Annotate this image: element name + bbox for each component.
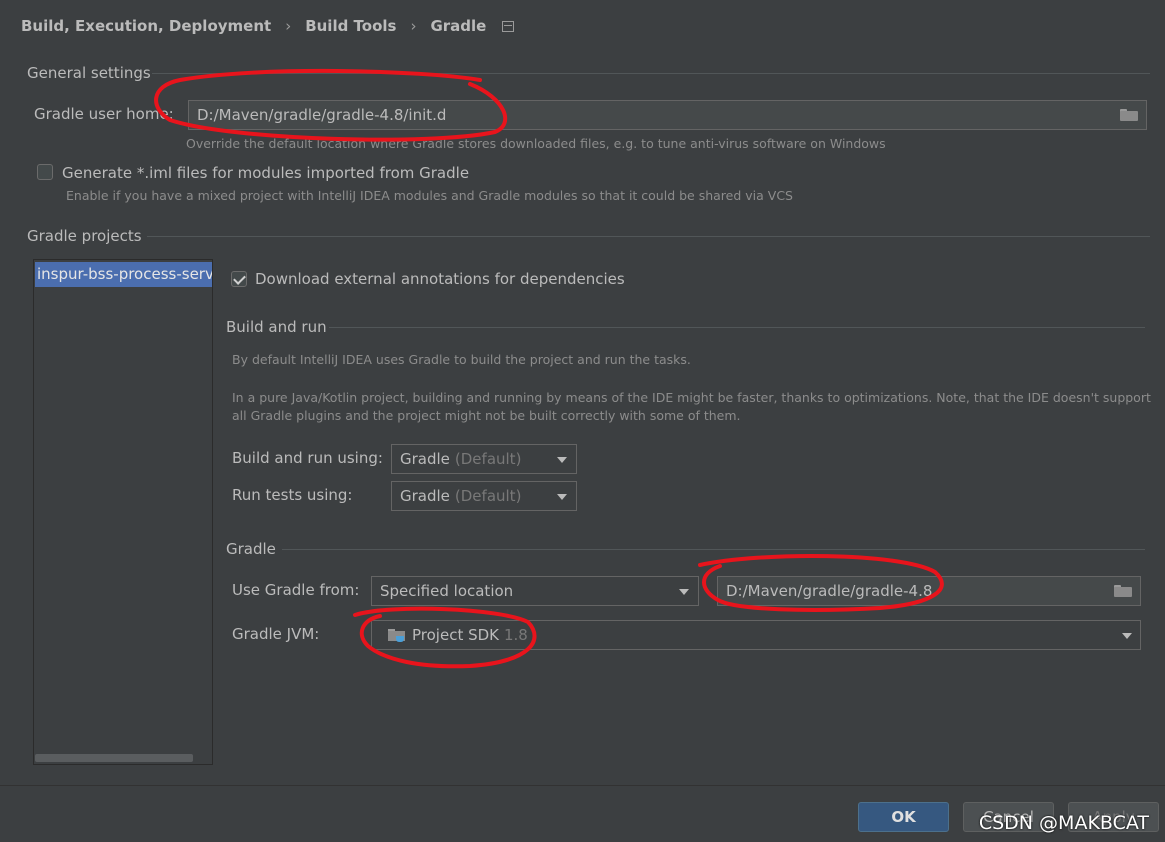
folder-browse-icon[interactable] bbox=[1114, 585, 1132, 597]
use-gradle-from-select[interactable]: Specified location bbox=[371, 576, 699, 606]
gradle-jvm-value: Project SDK bbox=[412, 626, 499, 644]
generate-iml-hint: Enable if you have a mixed project with … bbox=[66, 188, 793, 203]
build-and-run-desc-2a: In a pure Java/Kotlin project, building … bbox=[232, 390, 1151, 405]
section-divider bbox=[152, 73, 1150, 74]
download-annotations-checkbox[interactable] bbox=[231, 271, 247, 287]
breadcrumb-item-build-tools[interactable]: Build Tools bbox=[305, 17, 396, 35]
gradle-user-home-value: D:/Maven/gradle/gradle-4.8/init.d bbox=[197, 106, 447, 124]
build-and-run-desc-1: By default IntelliJ IDEA uses Gradle to … bbox=[232, 352, 691, 367]
folder-browse-icon[interactable] bbox=[1120, 109, 1138, 121]
gradle-jvm-select[interactable]: Project SDK 1.8 bbox=[371, 620, 1141, 650]
build-and-run-desc-2b: all Gradle plugins and the project might… bbox=[232, 408, 741, 423]
breadcrumb-separator: › bbox=[285, 17, 292, 35]
build-run-using-label: Build and run using: bbox=[232, 449, 383, 467]
ok-button[interactable]: OK bbox=[858, 802, 949, 832]
breadcrumb-separator: › bbox=[410, 17, 417, 35]
section-divider bbox=[147, 236, 1150, 237]
run-tests-using-value: Gradle bbox=[400, 487, 450, 505]
gradle-location-value: D:/Maven/gradle/gradle-4.8 bbox=[726, 582, 933, 600]
run-tests-using-select[interactable]: Gradle (Default) bbox=[391, 481, 577, 511]
download-annotations-label[interactable]: Download external annotations for depend… bbox=[255, 270, 625, 288]
generate-iml-label[interactable]: Generate *.iml files for modules importe… bbox=[62, 164, 469, 182]
use-gradle-from-label: Use Gradle from: bbox=[232, 581, 360, 599]
gradle-jvm-label: Gradle JVM: bbox=[232, 625, 320, 643]
breadcrumb-item-build-execution[interactable]: Build, Execution, Deployment bbox=[21, 17, 271, 35]
list-item[interactable]: inspur-bss-process-service bbox=[35, 262, 212, 287]
gradle-user-home-label: Gradle user home: bbox=[34, 105, 174, 123]
chevron-down-icon bbox=[557, 457, 567, 463]
gradle-section-title: Gradle bbox=[226, 540, 276, 558]
general-settings-title: General settings bbox=[27, 64, 151, 82]
gradle-jvm-version: 1.8 bbox=[504, 626, 528, 644]
gradle-location-input[interactable]: D:/Maven/gradle/gradle-4.8 bbox=[717, 576, 1141, 606]
section-divider bbox=[329, 327, 1145, 328]
watermark: CSDN @MAKBCAT bbox=[978, 812, 1149, 834]
gradle-user-home-input[interactable]: D:/Maven/gradle/gradle-4.8/init.d bbox=[188, 100, 1147, 130]
breadcrumb-item-gradle: Gradle bbox=[430, 17, 487, 35]
gradle-projects-list[interactable]: inspur-bss-process-service bbox=[33, 259, 213, 765]
horizontal-scrollbar[interactable] bbox=[35, 754, 193, 762]
build-and-run-title: Build and run bbox=[226, 318, 327, 336]
build-run-using-value: Gradle bbox=[400, 450, 450, 468]
generate-iml-checkbox[interactable] bbox=[37, 164, 53, 180]
gradle-user-home-hint: Override the default location where Grad… bbox=[186, 136, 886, 151]
breadcrumb: Build, Execution, Deployment › Build Too… bbox=[21, 14, 515, 38]
chevron-down-icon bbox=[557, 494, 567, 500]
footer-divider bbox=[0, 785, 1165, 786]
chevron-down-icon bbox=[1122, 633, 1132, 639]
use-gradle-from-value: Specified location bbox=[380, 582, 514, 600]
build-run-using-suffix: (Default) bbox=[454, 450, 522, 468]
settings-scope-icon bbox=[502, 20, 515, 32]
section-divider bbox=[282, 549, 1145, 550]
build-run-using-select[interactable]: Gradle (Default) bbox=[391, 444, 577, 474]
run-tests-using-label: Run tests using: bbox=[232, 486, 353, 504]
run-tests-using-suffix: (Default) bbox=[454, 487, 522, 505]
chevron-down-icon bbox=[679, 589, 689, 595]
sdk-folder-icon bbox=[388, 628, 406, 642]
gradle-projects-title: Gradle projects bbox=[27, 227, 142, 245]
